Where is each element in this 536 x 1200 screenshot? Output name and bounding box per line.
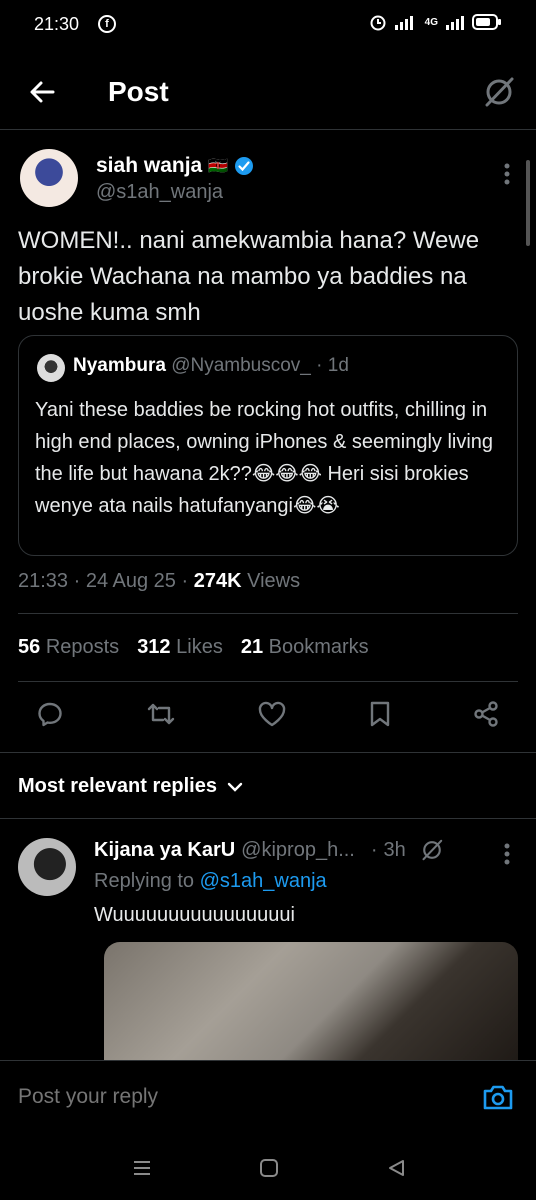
replies-sort-label: Most relevant replies: [18, 775, 217, 797]
bookmark-icon[interactable]: [368, 700, 392, 728]
camera-icon[interactable]: [482, 1083, 514, 1111]
status-time: 21:30: [34, 14, 80, 34]
post-text: WOMEN!.. nani amekwambia hana? Wewe brok…: [18, 227, 480, 326]
reply-author-row[interactable]: Kijana ya KarU @kiprop_h... · 3h: [94, 838, 444, 862]
reply-author-name: Kijana ya KarU: [94, 838, 236, 861]
grok-icon[interactable]: [482, 75, 516, 109]
author-name-row[interactable]: siah wanja 🇰🇪: [96, 154, 254, 178]
author-name: siah wanja: [96, 154, 203, 177]
home-icon[interactable]: [259, 1158, 279, 1178]
post-date: 24 Aug 25: [85, 570, 176, 592]
quote-author-avatar: [37, 354, 65, 382]
reply-author-handle: @kiprop_h...: [241, 838, 355, 861]
action-bar: [18, 700, 518, 728]
post-time: 21:33: [18, 570, 69, 592]
quote-age: 1d: [327, 355, 349, 376]
quoted-post[interactable]: Nyambura @Nyambuscov_ · 1d Yani these ba…: [18, 335, 518, 556]
reply-composer: [0, 1060, 536, 1138]
kenya-flag-emoji: 🇰🇪: [208, 158, 229, 175]
system-nav-bar: [0, 1138, 536, 1200]
views-count: 274K: [193, 570, 242, 592]
reply-author-avatar[interactable]: [18, 838, 76, 896]
replying-to-handle[interactable]: @s1ah_wanja: [200, 870, 327, 892]
author-avatar[interactable]: [20, 149, 78, 207]
chevron-down-icon: [227, 782, 243, 792]
page-title: Post: [108, 76, 169, 107]
recent-apps-icon[interactable]: [132, 1158, 152, 1178]
divider: [18, 681, 518, 682]
reposts-stat[interactable]: 56 Reposts: [18, 636, 119, 659]
share-icon[interactable]: [472, 700, 500, 728]
divider: [0, 752, 536, 753]
divider: [18, 613, 518, 614]
quote-author-row: Nyambura @Nyambuscov_ · 1d: [73, 355, 349, 376]
post-meta: 21:33 · 24 Aug 25 · 274K Views: [18, 570, 301, 592]
bookmarks-stat[interactable]: 21 Bookmarks: [241, 636, 369, 659]
reply-age: 3h: [383, 838, 406, 861]
signal-icon-2: [446, 16, 464, 30]
status-bar: 21:30 f 4G: [0, 0, 536, 48]
reply-media-image[interactable]: [104, 942, 518, 1062]
reply-input[interactable]: [18, 1085, 438, 1109]
views-label: Views: [247, 570, 301, 592]
back-nav-icon[interactable]: [386, 1158, 406, 1178]
engagement-stats: 56 Reposts 312 Likes 21 Bookmarks: [18, 636, 369, 659]
verified-badge-icon: [235, 157, 254, 175]
reply-text: Wuuuuuuuuuuuuuuuui: [94, 904, 295, 926]
battery-icon: [472, 14, 501, 30]
alarm-icon: [370, 15, 386, 31]
signal-icon: [394, 16, 413, 30]
reply-icon[interactable]: [36, 700, 64, 728]
replying-to: Replying to @s1ah_wanja: [94, 870, 327, 892]
back-arrow-icon[interactable]: [28, 78, 56, 106]
grok-icon[interactable]: [420, 838, 444, 862]
author-handle[interactable]: @s1ah_wanja: [96, 181, 223, 204]
status-icons: 4G: [369, 13, 502, 31]
reply-more-options-icon[interactable]: [504, 843, 510, 865]
quote-text: Yani these baddies be rocking hot outfit…: [35, 399, 494, 517]
repost-icon[interactable]: [145, 700, 177, 728]
network-type: 4G: [424, 16, 438, 28]
top-app-bar: Post: [0, 58, 536, 130]
likes-stat[interactable]: 312 Likes: [137, 636, 223, 659]
more-options-icon[interactable]: [504, 163, 510, 185]
divider: [0, 818, 536, 819]
quote-author-handle: @Nyambuscov_: [171, 355, 311, 376]
facebook-notification-icon: f: [98, 15, 116, 33]
replies-sort-dropdown[interactable]: Most relevant replies: [18, 775, 243, 798]
quote-author-name: Nyambura: [73, 355, 166, 376]
like-icon[interactable]: [257, 700, 287, 728]
scrollbar[interactable]: [526, 160, 530, 246]
